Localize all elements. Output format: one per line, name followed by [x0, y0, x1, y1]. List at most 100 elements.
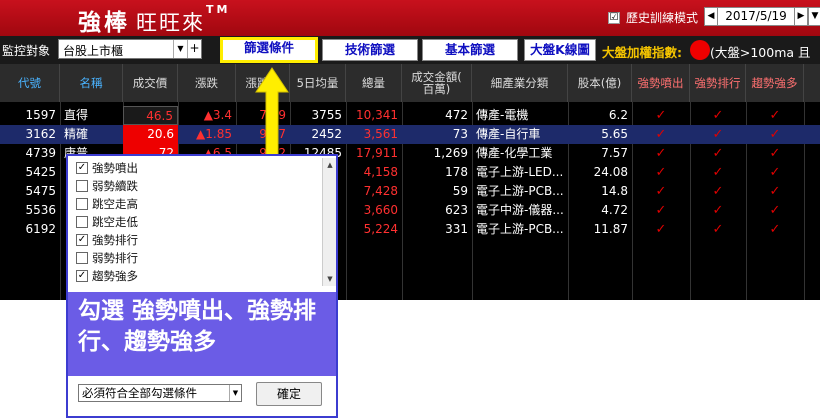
cell-cap: 6.2: [608, 108, 628, 122]
match-mode-select[interactable]: 必須符合全部勾選條件 ▼: [78, 384, 242, 402]
cell-chg: ▲1.85: [196, 127, 232, 141]
table-row[interactable]: 1597直得46.5▲3.47.89375510,341472傳產-電機6.2✓…: [0, 106, 820, 125]
logo-sub: 旺旺來: [136, 11, 205, 35]
col-name[interactable]: 名稱: [60, 64, 123, 102]
col-amount[interactable]: 成交金額( 百萬): [402, 64, 472, 102]
col-strong-burst[interactable]: 強勢噴出: [632, 64, 690, 102]
cell-code: 3162: [25, 127, 56, 141]
col-strong-rank[interactable]: 強勢排行: [690, 64, 746, 102]
confirm-button[interactable]: 確定: [256, 382, 322, 406]
col-code[interactable]: 代號: [0, 64, 60, 102]
cell-code: 5536: [25, 203, 56, 217]
check-icon: ✓: [769, 127, 781, 142]
check-icon: ✓: [655, 165, 667, 180]
logo-tm: TM: [206, 3, 231, 16]
options-scrollbar[interactable]: ▲ ▼: [322, 158, 336, 286]
col-change[interactable]: 漲跌: [178, 64, 236, 102]
cell-price: 46.5: [123, 106, 178, 125]
app-window: 強棒 旺旺來TM ☑ 歷史訓練模式 ◀ 2017/5/19 ▶ ▼ 監控對象 台股…: [0, 0, 820, 418]
cell-vol: 3,660: [363, 203, 398, 217]
check-icon: ✓: [655, 222, 667, 237]
cell-ind: 電子上游-PCB...: [476, 184, 564, 198]
option-strong-burst[interactable]: ✓ 強勢噴出: [76, 160, 138, 176]
logo-main: 強棒: [78, 10, 130, 36]
cell-amt: 331: [445, 222, 468, 236]
cell-vol: 3,561: [363, 127, 398, 141]
filter-conditions-button[interactable]: 篩選條件: [220, 37, 318, 63]
checkbox[interactable]: [76, 252, 88, 264]
option-label: 跳空走高: [92, 197, 138, 211]
index-status-dot: [690, 40, 710, 60]
date-dropdown-icon[interactable]: ▼: [808, 7, 820, 26]
scroll-down-icon[interactable]: ▼: [323, 272, 337, 286]
option-strong-rank[interactable]: ✓ 強勢排行: [76, 232, 138, 248]
checkbox[interactable]: [76, 216, 88, 228]
monitor-label: 監控對象: [2, 44, 51, 58]
check-icon: ✓: [712, 203, 724, 218]
option-weak-rank[interactable]: 弱勢排行: [76, 250, 138, 266]
cell-amt: 73: [452, 127, 468, 141]
cell-price: 20.6: [123, 125, 178, 144]
date-picker[interactable]: ◀ 2017/5/19 ▶ ▼: [704, 7, 820, 26]
checkbox[interactable]: ✓: [76, 234, 88, 246]
option-weak-continue[interactable]: 弱勢續跌: [76, 178, 138, 194]
col-trend-strong[interactable]: 趨勢強多: [746, 64, 804, 102]
checkbox[interactable]: ✓: [76, 270, 88, 282]
history-mode-toggle[interactable]: ☑ 歷史訓練模式: [608, 9, 698, 26]
toolbar: 監控對象 台股上市櫃 ▼ + 篩選條件 技術篩選 基本篩選 大盤K線圖 大盤加權…: [0, 36, 820, 64]
cell-avg5: 2452: [311, 127, 342, 141]
match-mode-value: 必須符合全部勾選條件: [82, 386, 197, 400]
cell-cap: 4.72: [601, 203, 628, 217]
cell-ind: 電子中游-儀器...: [476, 203, 564, 217]
cell-code: 6192: [25, 222, 56, 236]
col-avg5[interactable]: 5日均量: [290, 64, 346, 102]
plus-icon[interactable]: +: [187, 40, 201, 58]
option-label: 強勢排行: [92, 233, 138, 247]
cell-chg: ▲3.4: [203, 108, 232, 122]
col-capital[interactable]: 股本(億): [568, 64, 632, 102]
popup-footer: 必須符合全部勾選條件 ▼ 確定: [68, 376, 336, 416]
check-icon: ✓: [712, 165, 724, 180]
checkbox[interactable]: [76, 198, 88, 210]
filter-conditions-popup: ✓ 強勢噴出 弱勢續跌 跳空走高 跳空走低 ✓ 強勢排行 弱勢排行 ✓ 趨勢強多 ▲ …: [66, 154, 338, 418]
option-gap-down[interactable]: 跳空走低: [76, 214, 138, 230]
cell-ind: 傳產-自行車: [476, 127, 541, 141]
app-header: 強棒 旺旺來TM ☑ 歷史訓練模式 ◀ 2017/5/19 ▶ ▼: [0, 0, 820, 36]
cell-cap: 11.87: [593, 222, 628, 236]
date-next-icon[interactable]: ▶: [794, 7, 808, 26]
check-icon: ✓: [769, 165, 781, 180]
scroll-up-icon[interactable]: ▲: [323, 158, 337, 172]
instruction-callout: 勾選 強勢噴出、強勢排行、趨勢強多: [68, 292, 336, 376]
chevron-down-icon[interactable]: ▼: [229, 385, 241, 401]
date-value[interactable]: 2017/5/19: [718, 7, 794, 26]
col-volume[interactable]: 總量: [346, 64, 402, 102]
option-gap-up[interactable]: 跳空走高: [76, 196, 138, 212]
check-icon: ✓: [712, 108, 724, 123]
history-mode-checkbox[interactable]: ☑: [608, 11, 620, 24]
col-industry[interactable]: 細產業分類: [472, 64, 568, 102]
checkbox[interactable]: ✓: [76, 162, 88, 174]
option-label: 弱勢排行: [92, 251, 138, 265]
col-price[interactable]: 成交價: [123, 64, 178, 102]
market-select-value: 台股上市櫃: [63, 44, 124, 58]
table-row[interactable]: 3162精確20.6▲1.859.8724523,56173傳產-自行車5.65…: [0, 125, 820, 144]
cell-ind: 傳產-化學工業: [476, 146, 553, 160]
checkbox[interactable]: [76, 180, 88, 192]
cell-code: 1597: [25, 108, 56, 122]
cell-cap: 5.65: [601, 127, 628, 141]
date-prev-icon[interactable]: ◀: [704, 7, 718, 26]
basic-filter-button[interactable]: 基本篩選: [422, 39, 518, 61]
technical-filter-button[interactable]: 技術篩選: [322, 39, 418, 61]
cell-code: 5475: [25, 184, 56, 198]
option-label: 強勢噴出: [92, 161, 138, 175]
option-label: 弱勢續跌: [92, 179, 138, 193]
market-select[interactable]: 台股上市櫃 ▼ +: [58, 39, 202, 59]
cell-amt: 178: [445, 165, 468, 179]
yellow-arrow-icon: [255, 67, 289, 165]
chevron-down-icon[interactable]: ▼: [173, 40, 187, 58]
index-kline-button[interactable]: 大盤K線圖: [524, 39, 596, 61]
index-label: 大盤加權指數:: [602, 45, 682, 60]
cell-vol: 17,911: [356, 146, 398, 160]
cell-vol: 5,224: [363, 222, 398, 236]
option-trend-strong[interactable]: ✓ 趨勢強多: [76, 268, 138, 284]
